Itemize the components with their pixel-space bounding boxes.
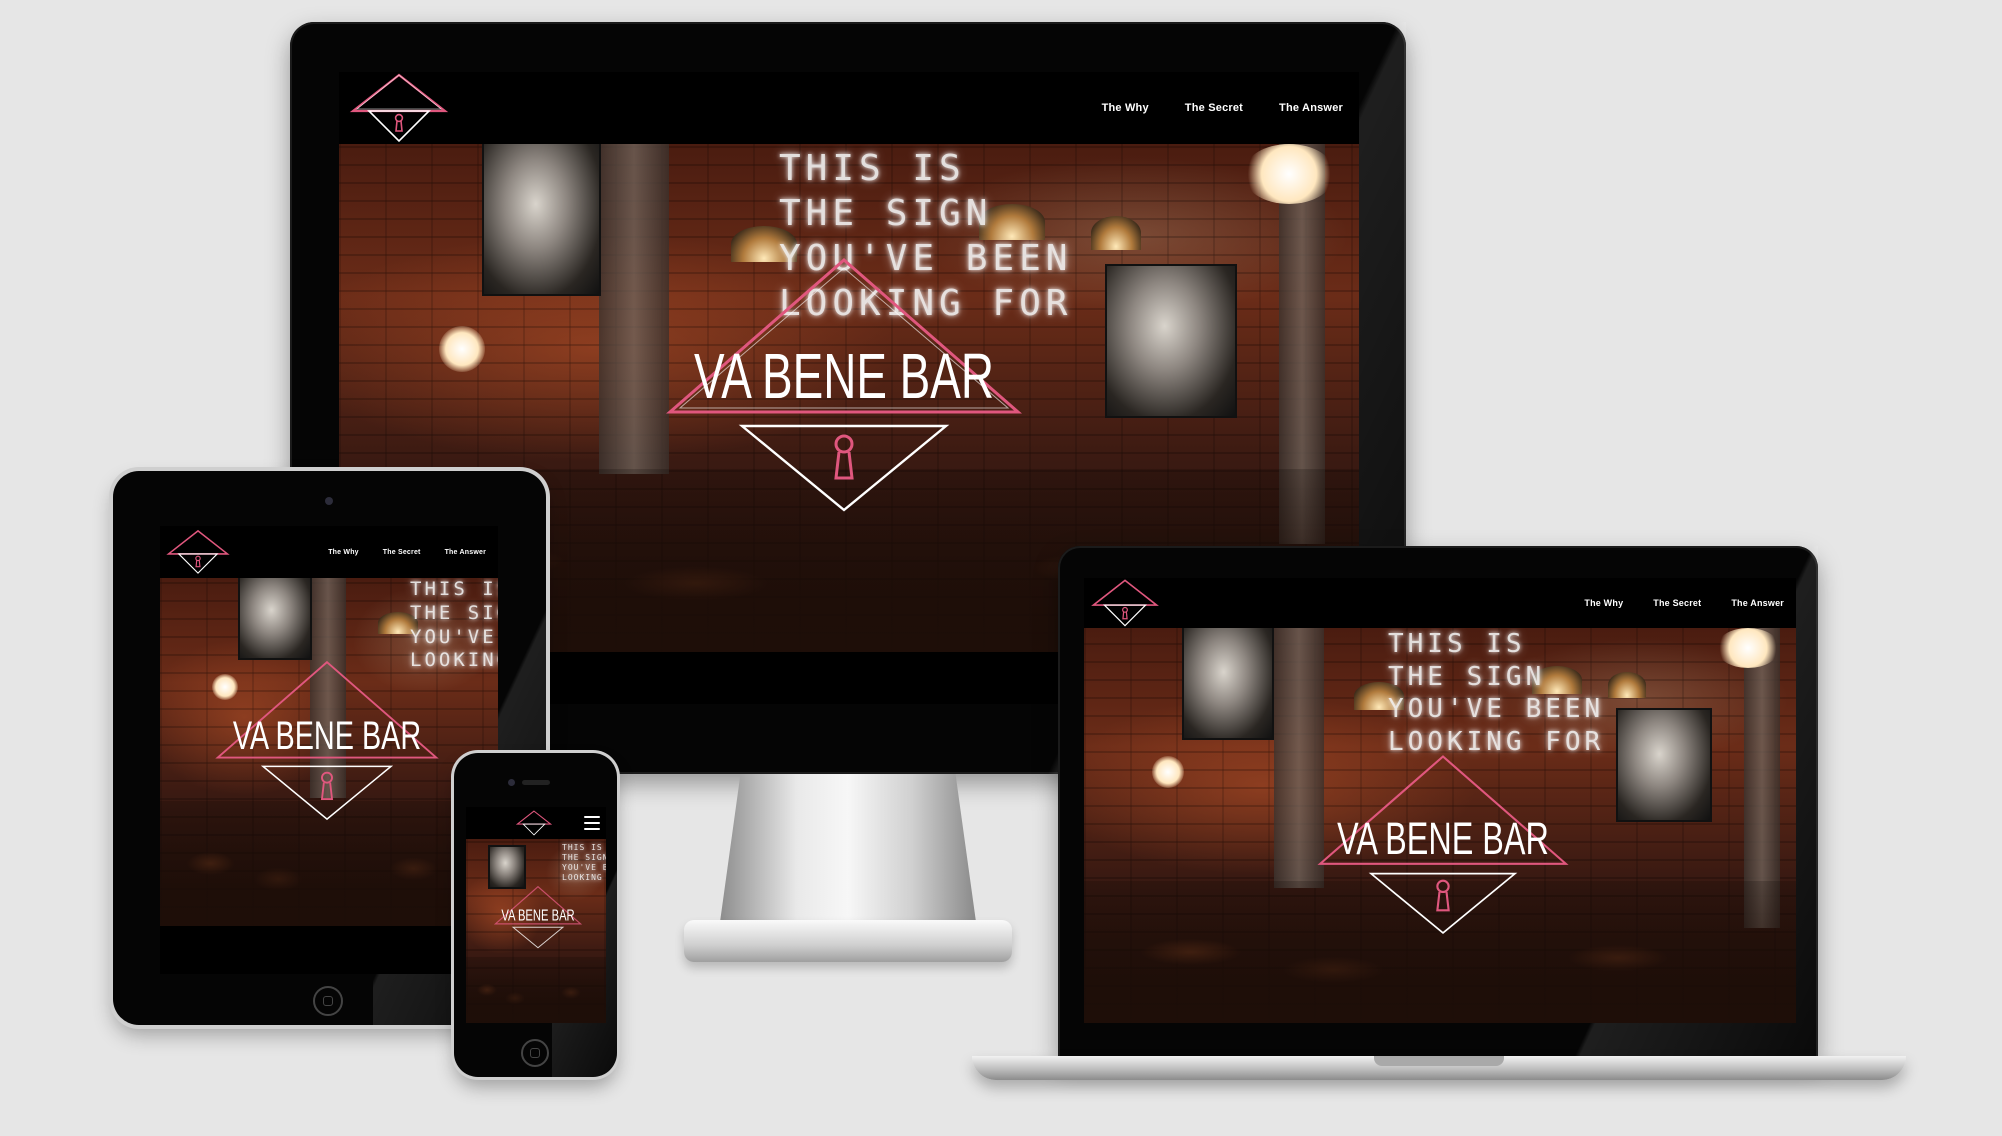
phone-camera: [508, 779, 515, 786]
hamburger-bar: [584, 822, 600, 824]
hamburger-bar: [584, 816, 600, 818]
portrait-photo: [490, 847, 524, 887]
neon-line: YOU'VE BEEN: [562, 863, 606, 872]
phone: THIS IS THE SIGN YOU'VE BEEN LOOKING FOR…: [0, 0, 2002, 1136]
brand-logo: VA BENE BAR: [493, 885, 583, 949]
phone-home-button[interactable]: [521, 1039, 549, 1067]
neon-line: THIS IS: [562, 843, 603, 852]
hamburger-bar: [584, 828, 600, 830]
neon-sign: THIS IS THE SIGN YOU'VE BEEN LOOKING FOR: [562, 843, 606, 883]
brand-title: VA BENE BAR: [501, 907, 574, 924]
site-header: [466, 807, 606, 839]
neon-line: THE SIGN: [562, 853, 606, 862]
diamond-keyhole-logo-icon[interactable]: [516, 810, 552, 836]
floor: [466, 956, 606, 1023]
hamburger-menu-icon[interactable]: [584, 816, 600, 830]
phone-speaker: [522, 780, 550, 785]
neon-line: LOOKING FOR: [562, 873, 606, 882]
phone-screen: THIS IS THE SIGN YOU'VE BEEN LOOKING FOR…: [466, 807, 606, 1023]
hero-image: THIS IS THE SIGN YOU'VE BEEN LOOKING FOR…: [466, 839, 606, 1023]
